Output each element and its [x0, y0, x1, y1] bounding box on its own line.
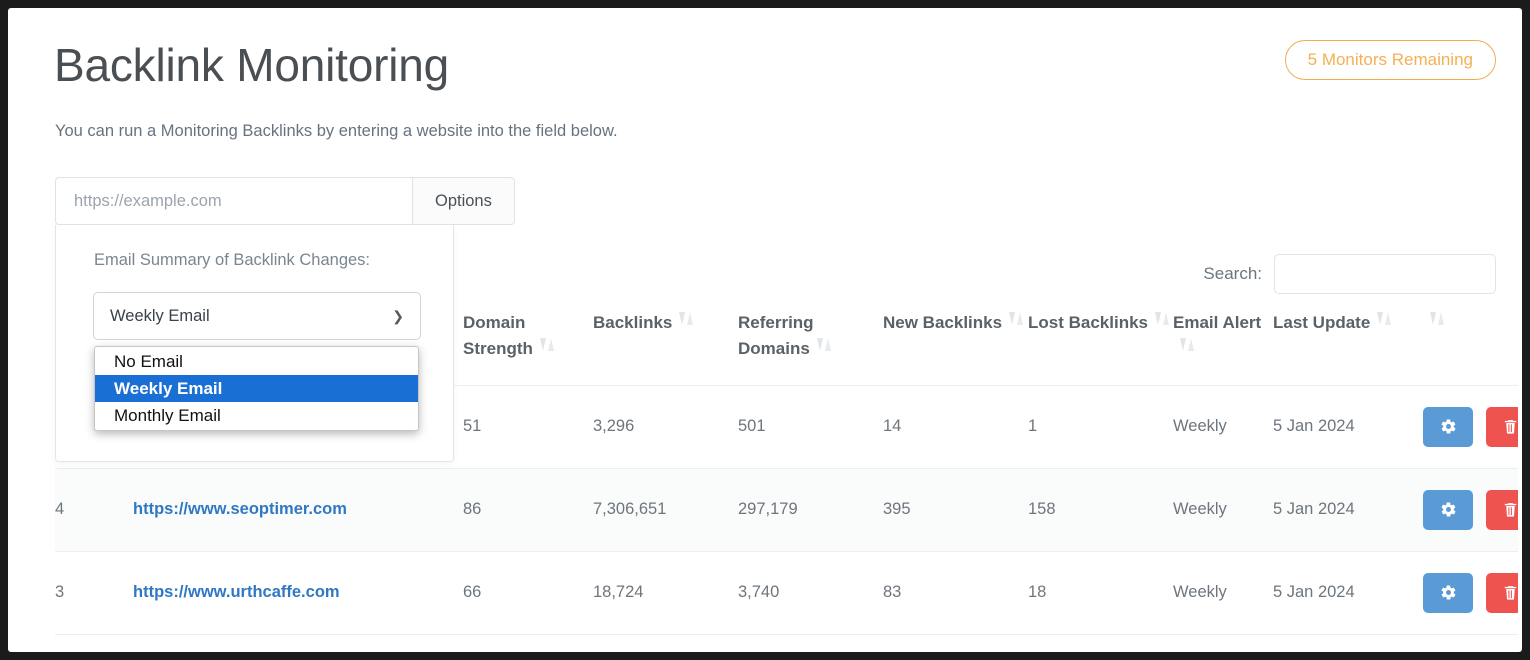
row-site-link[interactable]: https://www.urthcaffe.com — [133, 583, 340, 601]
row-referring-domains: 297,179 — [738, 468, 883, 551]
url-input-group: Options — [55, 177, 515, 225]
settings-button[interactable] — [1423, 407, 1473, 447]
sort-icon[interactable] — [540, 338, 556, 353]
col-domain-strength-label: Domain Strength — [463, 313, 533, 358]
row-new-backlinks: 1,422 — [883, 634, 1028, 652]
gear-icon — [1440, 418, 1457, 435]
row-site-link[interactable]: https://www.seoptimer.com — [133, 500, 347, 518]
col-lost-backlinks[interactable]: Lost Backlinks — [1028, 310, 1173, 385]
col-new-backlinks[interactable]: New Backlinks — [883, 310, 1028, 385]
settings-button[interactable] — [1423, 573, 1473, 613]
table-row[interactable]: 4 https://www.seoptimer.com 86 7,306,651… — [55, 468, 1518, 551]
search-input[interactable] — [1274, 254, 1496, 294]
col-actions[interactable] — [1423, 310, 1518, 385]
row-email-alert: Weekly — [1173, 551, 1273, 634]
sort-icon[interactable] — [1009, 312, 1025, 327]
delete-button[interactable] — [1486, 407, 1518, 447]
row-actions — [1423, 634, 1518, 652]
col-backlinks-label: Backlinks — [593, 313, 672, 332]
row-domain-strength: 86 — [463, 468, 593, 551]
page-subtitle: You can run a Monitoring Backlinks by en… — [55, 122, 618, 141]
col-email-alert[interactable]: Email Alert — [1173, 310, 1273, 385]
website-url-input[interactable] — [55, 177, 412, 225]
row-actions — [1423, 385, 1518, 468]
row-last-update: 5 Jan 2024 — [1273, 634, 1423, 652]
sort-icon[interactable] — [1377, 312, 1393, 327]
row-lost-backlinks: 1 — [1028, 385, 1173, 468]
row-email-alert: Weekly — [1173, 385, 1273, 468]
row-last-update: 5 Jan 2024 — [1273, 468, 1423, 551]
email-summary-select[interactable]: Weekly Email ❯ — [93, 292, 421, 340]
row-new-backlinks: 395 — [883, 468, 1028, 551]
sort-icon[interactable] — [817, 338, 833, 353]
row-domain-strength: 66 — [463, 551, 593, 634]
gear-icon — [1440, 584, 1457, 601]
col-backlinks[interactable]: Backlinks — [593, 310, 738, 385]
row-last-update: 5 Jan 2024 — [1273, 551, 1423, 634]
monitors-remaining-badge[interactable]: 5 Monitors Remaining — [1285, 40, 1496, 80]
col-new-backlinks-label: New Backlinks — [883, 313, 1002, 332]
row-email-alert: Weekly — [1173, 634, 1273, 652]
row-domain-strength: 51 — [463, 385, 593, 468]
row-index: 4 — [55, 468, 133, 551]
row-new-backlinks: 14 — [883, 385, 1028, 468]
row-backlinks: 133,685 — [593, 634, 738, 652]
trash-icon — [1502, 418, 1518, 435]
delete-button[interactable] — [1486, 573, 1518, 613]
row-email-alert: Weekly — [1173, 468, 1273, 551]
settings-button[interactable] — [1423, 490, 1473, 530]
delete-button[interactable] — [1486, 490, 1518, 530]
option-monthly-email[interactable]: Monthly Email — [95, 402, 418, 429]
email-summary-label: Email Summary of Backlink Changes: — [94, 251, 370, 270]
sort-icon[interactable] — [679, 312, 695, 327]
col-referring-domains-label: Referring Domains — [738, 313, 814, 358]
col-last-update[interactable]: Last Update — [1273, 310, 1423, 385]
col-email-alert-label: Email Alert — [1173, 313, 1261, 332]
sort-icon[interactable] — [1155, 312, 1171, 327]
chevron-down-icon: ❯ — [392, 309, 404, 323]
row-lost-backlinks: 18 — [1028, 551, 1173, 634]
row-backlinks: 7,306,651 — [593, 468, 738, 551]
sort-icon[interactable] — [1180, 338, 1196, 353]
trash-icon — [1502, 501, 1518, 518]
row-referring-domains: 2,981 — [738, 634, 883, 652]
col-domain-strength[interactable]: Domain Strength — [463, 310, 593, 385]
gear-icon — [1440, 501, 1457, 518]
options-button[interactable]: Options — [412, 177, 515, 225]
page-container: Backlink Monitoring You can run a Monito… — [18, 14, 1518, 652]
row-backlinks: 18,724 — [593, 551, 738, 634]
table-row[interactable]: 3 https://www.urthcaffe.com 66 18,724 3,… — [55, 551, 1518, 634]
row-lost-backlinks: 158 — [1028, 468, 1173, 551]
row-site[interactable]: https://www.vervecoffee.com — [133, 634, 463, 652]
row-site[interactable]: https://www.urthcaffe.com — [133, 551, 463, 634]
table-row[interactable]: 2 https://www.vervecoffee.com 73 133,685… — [55, 634, 1518, 652]
row-lost-backlinks: 66 — [1028, 634, 1173, 652]
options-panel: Email Summary of Backlink Changes: Weekl… — [55, 225, 454, 462]
row-site[interactable]: https://www.seoptimer.com — [133, 468, 463, 551]
table-search: Search: — [1203, 254, 1496, 294]
page-title: Backlink Monitoring — [54, 38, 449, 92]
option-no-email[interactable]: No Email — [95, 348, 418, 375]
row-backlinks: 3,296 — [593, 385, 738, 468]
search-label: Search: — [1203, 264, 1262, 284]
email-summary-select-value: Weekly Email — [110, 307, 210, 326]
row-index: 2 — [55, 634, 133, 652]
row-domain-strength: 73 — [463, 634, 593, 652]
trash-icon — [1502, 584, 1518, 601]
row-referring-domains: 501 — [738, 385, 883, 468]
row-new-backlinks: 83 — [883, 551, 1028, 634]
browser-viewport: Backlink Monitoring You can run a Monito… — [8, 8, 1522, 652]
sort-icon[interactable] — [1430, 312, 1446, 327]
col-referring-domains[interactable]: Referring Domains — [738, 310, 883, 385]
option-weekly-email[interactable]: Weekly Email — [95, 375, 418, 402]
row-index: 3 — [55, 551, 133, 634]
row-actions — [1423, 468, 1518, 551]
col-last-update-label: Last Update — [1273, 313, 1370, 332]
row-actions — [1423, 551, 1518, 634]
row-last-update: 5 Jan 2024 — [1273, 385, 1423, 468]
col-lost-backlinks-label: Lost Backlinks — [1028, 313, 1148, 332]
email-summary-option-list[interactable]: No Email Weekly Email Monthly Email — [94, 346, 419, 431]
row-referring-domains: 3,740 — [738, 551, 883, 634]
